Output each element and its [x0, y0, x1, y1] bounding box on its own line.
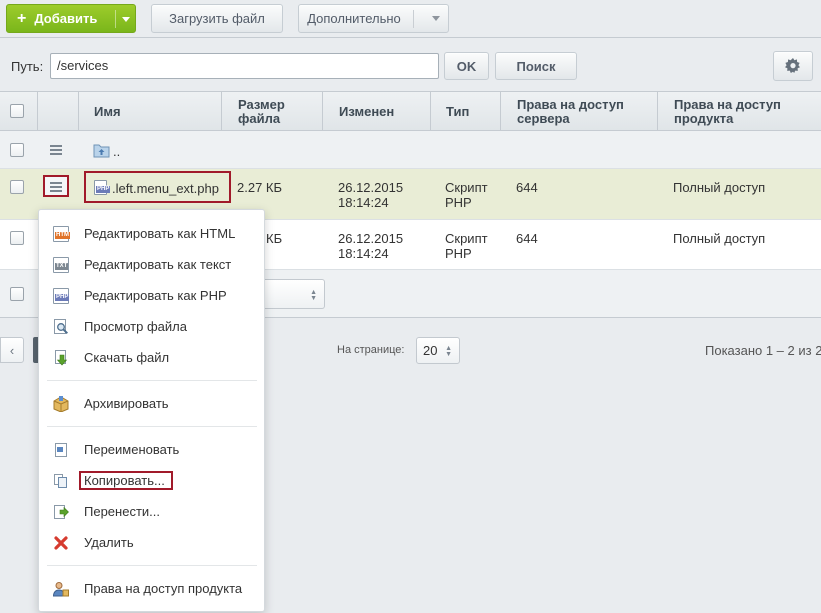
menu-item-move[interactable]: Перенести...	[39, 500, 264, 524]
edit-html-icon: HTM	[53, 226, 70, 242]
menu-item-archive[interactable]: Архивировать	[39, 392, 264, 416]
prev-page-button[interactable]: ‹	[0, 337, 24, 363]
context-menu: HTM Редактировать как HTML TXT Редактиро…	[38, 209, 265, 612]
copy-icon	[54, 474, 67, 488]
divider	[0, 37, 821, 38]
select-all-bottom-checkbox[interactable]	[10, 287, 24, 301]
menu-item-edit-html[interactable]: HTM Редактировать как HTML	[39, 222, 264, 246]
delete-icon	[54, 536, 68, 550]
menu-item-edit-php[interactable]: PHP Редактировать как PHP	[39, 284, 264, 308]
ok-button[interactable]: OK	[444, 52, 489, 80]
file-size: 2.27 КБ	[237, 180, 283, 195]
per-page-label: На странице:	[337, 344, 405, 356]
divider	[115, 10, 116, 28]
file-type: Скрипт PHP	[445, 231, 488, 261]
upload-file-button[interactable]: Загрузить файл	[151, 4, 283, 33]
menu-item-access-rights[interactable]: Права на доступ продукта	[39, 577, 264, 601]
archive-icon	[53, 396, 69, 412]
rename-icon	[55, 443, 67, 457]
view-file-icon	[54, 319, 69, 335]
chevron-left-icon: ‹	[9, 342, 15, 358]
server-rights: 644	[516, 180, 538, 195]
column-size[interactable]: Размер файла	[221, 92, 322, 131]
product-rights: Полный доступ	[673, 180, 766, 195]
menu-item-edit-text[interactable]: TXT Редактировать как текст	[39, 253, 264, 277]
menu-icon	[50, 182, 62, 192]
edit-text-icon: TXT	[53, 257, 69, 273]
row-checkbox[interactable]	[10, 143, 24, 157]
server-rights: 644	[516, 231, 538, 246]
settings-button[interactable]	[773, 51, 813, 81]
column-product-rights[interactable]: Права на доступ продукта	[657, 92, 821, 131]
menu-item-download[interactable]: Скачать файл	[39, 346, 264, 370]
select-all-checkbox[interactable]	[10, 104, 24, 118]
file-type: Скрипт PHP	[445, 180, 488, 210]
column-server-rights[interactable]: Права на доступ сервера	[500, 92, 657, 131]
updown-icon: ▲ ▼	[445, 345, 452, 358]
edit-php-icon: PHP	[53, 288, 70, 304]
plus-icon: +	[17, 9, 27, 27]
menu-item-copy[interactable]: Копировать...	[39, 469, 264, 493]
add-button[interactable]: + Добавить	[6, 4, 136, 33]
file-name[interactable]: ..	[113, 144, 120, 159]
folder-up-icon	[93, 144, 110, 158]
access-rights-icon	[53, 582, 69, 597]
menu-divider	[47, 426, 257, 427]
file-size: КБ	[266, 231, 283, 246]
gear-icon	[785, 58, 800, 73]
chevron-down-icon	[431, 16, 440, 21]
modified-date: 26.12.2015 18:14:24	[338, 231, 404, 261]
file-name-highlight[interactable]: PHP .left.menu_ext.php	[84, 171, 231, 203]
row-menu-icon[interactable]	[50, 145, 62, 155]
menu-item-view-file[interactable]: Просмотр файла	[39, 315, 264, 339]
modified-date: 26.12.2015 18:14:24	[338, 180, 404, 210]
row-menu-button[interactable]	[43, 175, 69, 197]
row-checkbox[interactable]	[10, 231, 24, 245]
table-header: Имя Размер файла Изменен Тип Права на до…	[0, 91, 821, 131]
column-type[interactable]: Тип	[430, 92, 500, 131]
shown-count: Показано 1 – 2 из 2	[705, 343, 821, 358]
updown-icon: ▲ ▼	[310, 289, 317, 302]
product-rights: Полный доступ	[673, 231, 766, 246]
file-name: .left.menu_ext.php	[112, 181, 219, 196]
row-checkbox[interactable]	[10, 180, 24, 194]
chevron-down-icon	[122, 17, 130, 22]
column-name[interactable]: Имя	[78, 92, 221, 131]
table-row[interactable]: ..	[0, 131, 821, 169]
menu-divider	[47, 565, 257, 566]
column-actions	[37, 92, 78, 131]
menu-item-delete[interactable]: Удалить	[39, 531, 264, 555]
php-file-icon: PHP	[94, 180, 111, 195]
search-button[interactable]: Поиск	[495, 52, 577, 80]
menu-divider	[47, 380, 257, 381]
divider	[412, 9, 414, 28]
menu-item-rename[interactable]: Переименовать	[39, 438, 264, 462]
column-modified[interactable]: Изменен	[322, 92, 430, 131]
per-page-select[interactable]: 20 ▲ ▼	[416, 337, 460, 364]
more-button[interactable]: Дополнительно	[298, 4, 449, 33]
path-input[interactable]: /services	[50, 53, 439, 79]
move-icon	[54, 505, 69, 519]
path-label: Путь:	[11, 59, 44, 74]
download-icon	[55, 350, 68, 366]
